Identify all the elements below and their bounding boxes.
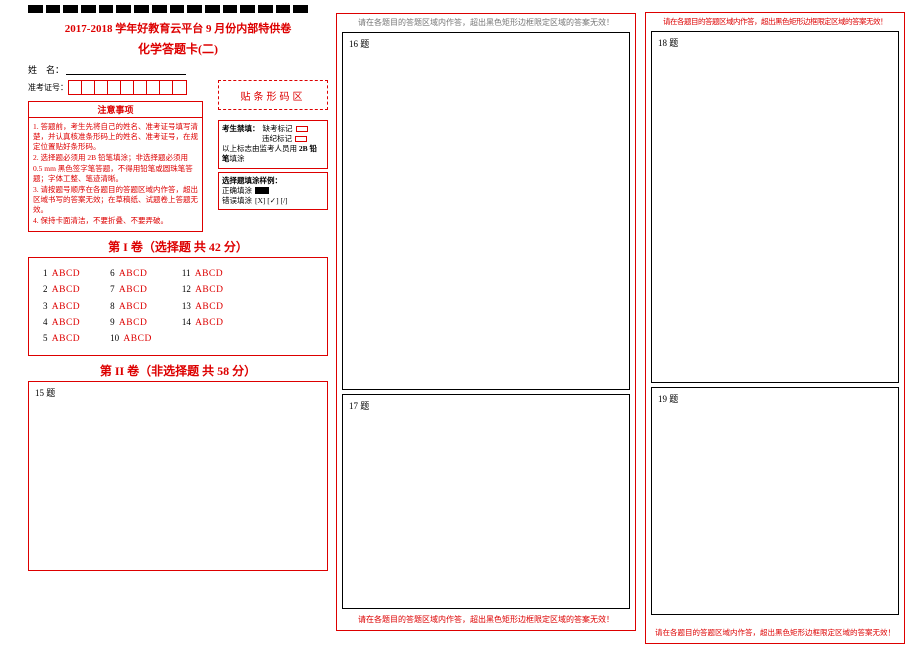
mcq-col-1: 1 ABCD 2 ABCD 3 ABCD 4 ABCD 5 ABCD: [43, 266, 80, 347]
rules2-head: 选择题填涂样例：: [222, 176, 324, 186]
notice-item: 1. 答题前，考生先将自己的姓名、准考证号填写清楚，并认真核准条形码上的姓名、准…: [33, 122, 198, 152]
mcq-row[interactable]: 7 ABCD: [110, 282, 152, 298]
rules1-label: 考生禁填：: [222, 124, 260, 134]
rules-box-2: 选择题填涂样例： 正确填涂 错误填涂 [X] [✓] [/]: [218, 172, 328, 210]
mcq-row[interactable]: 13 ABCD: [182, 299, 224, 315]
q18-answer-area[interactable]: 18 题: [651, 31, 899, 383]
warning-mid-top: 请在各题目的答题区域内作答，超出黑色矩形边框限定区域的答案无效！: [337, 14, 635, 31]
absent-label: 缺考标记: [263, 124, 293, 134]
q16-answer-area[interactable]: 16 题: [342, 32, 630, 390]
main-title-line2: 化学答题卡(二): [28, 40, 328, 57]
absent-mark-box[interactable]: [296, 126, 308, 132]
q15-answer-area[interactable]: 15 题: [28, 381, 328, 571]
rules-panel: 考生禁填： 缺考标记 违纪标记 以上标志由监考人员用 2B 铅笔填涂 选择题填涂…: [218, 120, 328, 213]
section-1-heading: 第 I 卷（选择题 共 42 分）: [28, 238, 328, 255]
name-row: 姓 名：: [28, 63, 328, 76]
ticket-label: 准考证号：: [28, 82, 68, 93]
mcq-row[interactable]: 9 ABCD: [110, 315, 152, 331]
notice-item: 4. 保持卡面清洁，不要折叠、不要弄破。: [33, 216, 198, 226]
mcq-row[interactable]: 11 ABCD: [182, 266, 224, 282]
mcq-row[interactable]: 14 ABCD: [182, 315, 224, 331]
warning-right-top: 请在各题目的答题区域内作答，超出黑色矩形边框限定区域的答案无效！: [646, 13, 904, 30]
q17-answer-area[interactable]: 17 题: [342, 394, 630, 609]
mcq-row[interactable]: 6 ABCD: [110, 266, 152, 282]
ticket-boxes[interactable]: [68, 80, 187, 95]
fill-ok-label: 正确填涂: [222, 186, 252, 196]
rules-box-1: 考生禁填： 缺考标记 违纪标记 以上标志由监考人员用 2B 铅笔填涂: [218, 120, 328, 169]
q15-label: 15 题: [35, 388, 55, 398]
violation-label: 违纪标记: [262, 134, 292, 144]
warning-mid-bottom: 请在各题目的答题区域内作答，超出黑色矩形边框限定区域的答案无效！: [337, 611, 635, 628]
main-title-line1: 2017-2018 学年好教育云平台 9 月份内部特供卷: [28, 20, 328, 36]
column-middle: 请在各题目的答题区域内作答，超出黑色矩形边框限定区域的答案无效！ 16 题 17…: [336, 13, 636, 631]
barcode-zone: 贴条形码区: [218, 80, 328, 110]
q17-label: 17 题: [349, 401, 369, 411]
fill-bad-example: [X] [✓] [/]: [255, 196, 288, 206]
notice-item: 2. 选择题必须用 2B 铅笔填涂；非选择题必须用 0.5 mm 黑色签字笔答题…: [33, 153, 198, 183]
column-left: 2017-2018 学年好教育云平台 9 月份内部特供卷 化学答题卡(二) 姓 …: [28, 20, 328, 571]
violation-mark-box[interactable]: [295, 136, 307, 142]
fill-bad-label: 错误填涂: [222, 196, 252, 206]
q19-answer-area[interactable]: 19 题: [651, 387, 899, 615]
q16-label: 16 题: [349, 39, 369, 49]
column-right: 请在各题目的答题区域内作答，超出黑色矩形边框限定区域的答案无效！ 18 题 19…: [645, 12, 905, 644]
warning-right-bottom: 请在各题目的答题区域内作答，超出黑色矩形边框限定区域的答案无效！: [646, 624, 904, 641]
notice-heading: 注意事项: [28, 101, 203, 118]
name-label: 姓 名：: [28, 63, 64, 76]
alignment-marks: [28, 5, 308, 13]
mcq-row[interactable]: 8 ABCD: [110, 299, 152, 315]
rules1-note: 以上标志由监考人员用 2B 铅笔填涂: [222, 144, 324, 164]
mcq-col-2: 6 ABCD 7 ABCD 8 ABCD 9 ABCD 10 ABCD: [110, 266, 152, 347]
mcq-row[interactable]: 3 ABCD: [43, 299, 80, 315]
mcq-row[interactable]: 10 ABCD: [110, 331, 152, 347]
name-input-line[interactable]: [66, 65, 186, 75]
mcq-row[interactable]: 12 ABCD: [182, 282, 224, 298]
mcq-row[interactable]: 1 ABCD: [43, 266, 80, 282]
fill-ok-example: [255, 187, 269, 194]
mcq-row[interactable]: 4 ABCD: [43, 315, 80, 331]
section-2-heading: 第 II 卷（非选择题 共 58 分）: [28, 362, 328, 379]
q19-label: 19 题: [658, 394, 678, 404]
q18-label: 18 题: [658, 38, 678, 48]
mcq-row[interactable]: 2 ABCD: [43, 282, 80, 298]
notice-item: 3. 请按题号顺序在各题目的答题区域内作答，超出区域书写的答案无效；在草稿纸、试…: [33, 185, 198, 215]
mcq-area: 1 ABCD 2 ABCD 3 ABCD 4 ABCD 5 ABCD 6 ABC…: [28, 257, 328, 356]
mcq-row[interactable]: 5 ABCD: [43, 331, 80, 347]
mcq-col-3: 11 ABCD 12 ABCD 13 ABCD 14 ABCD: [182, 266, 224, 347]
notice-body: 1. 答题前，考生先将自己的姓名、准考证号填写清楚，并认真核准条形码上的姓名、准…: [28, 118, 203, 232]
